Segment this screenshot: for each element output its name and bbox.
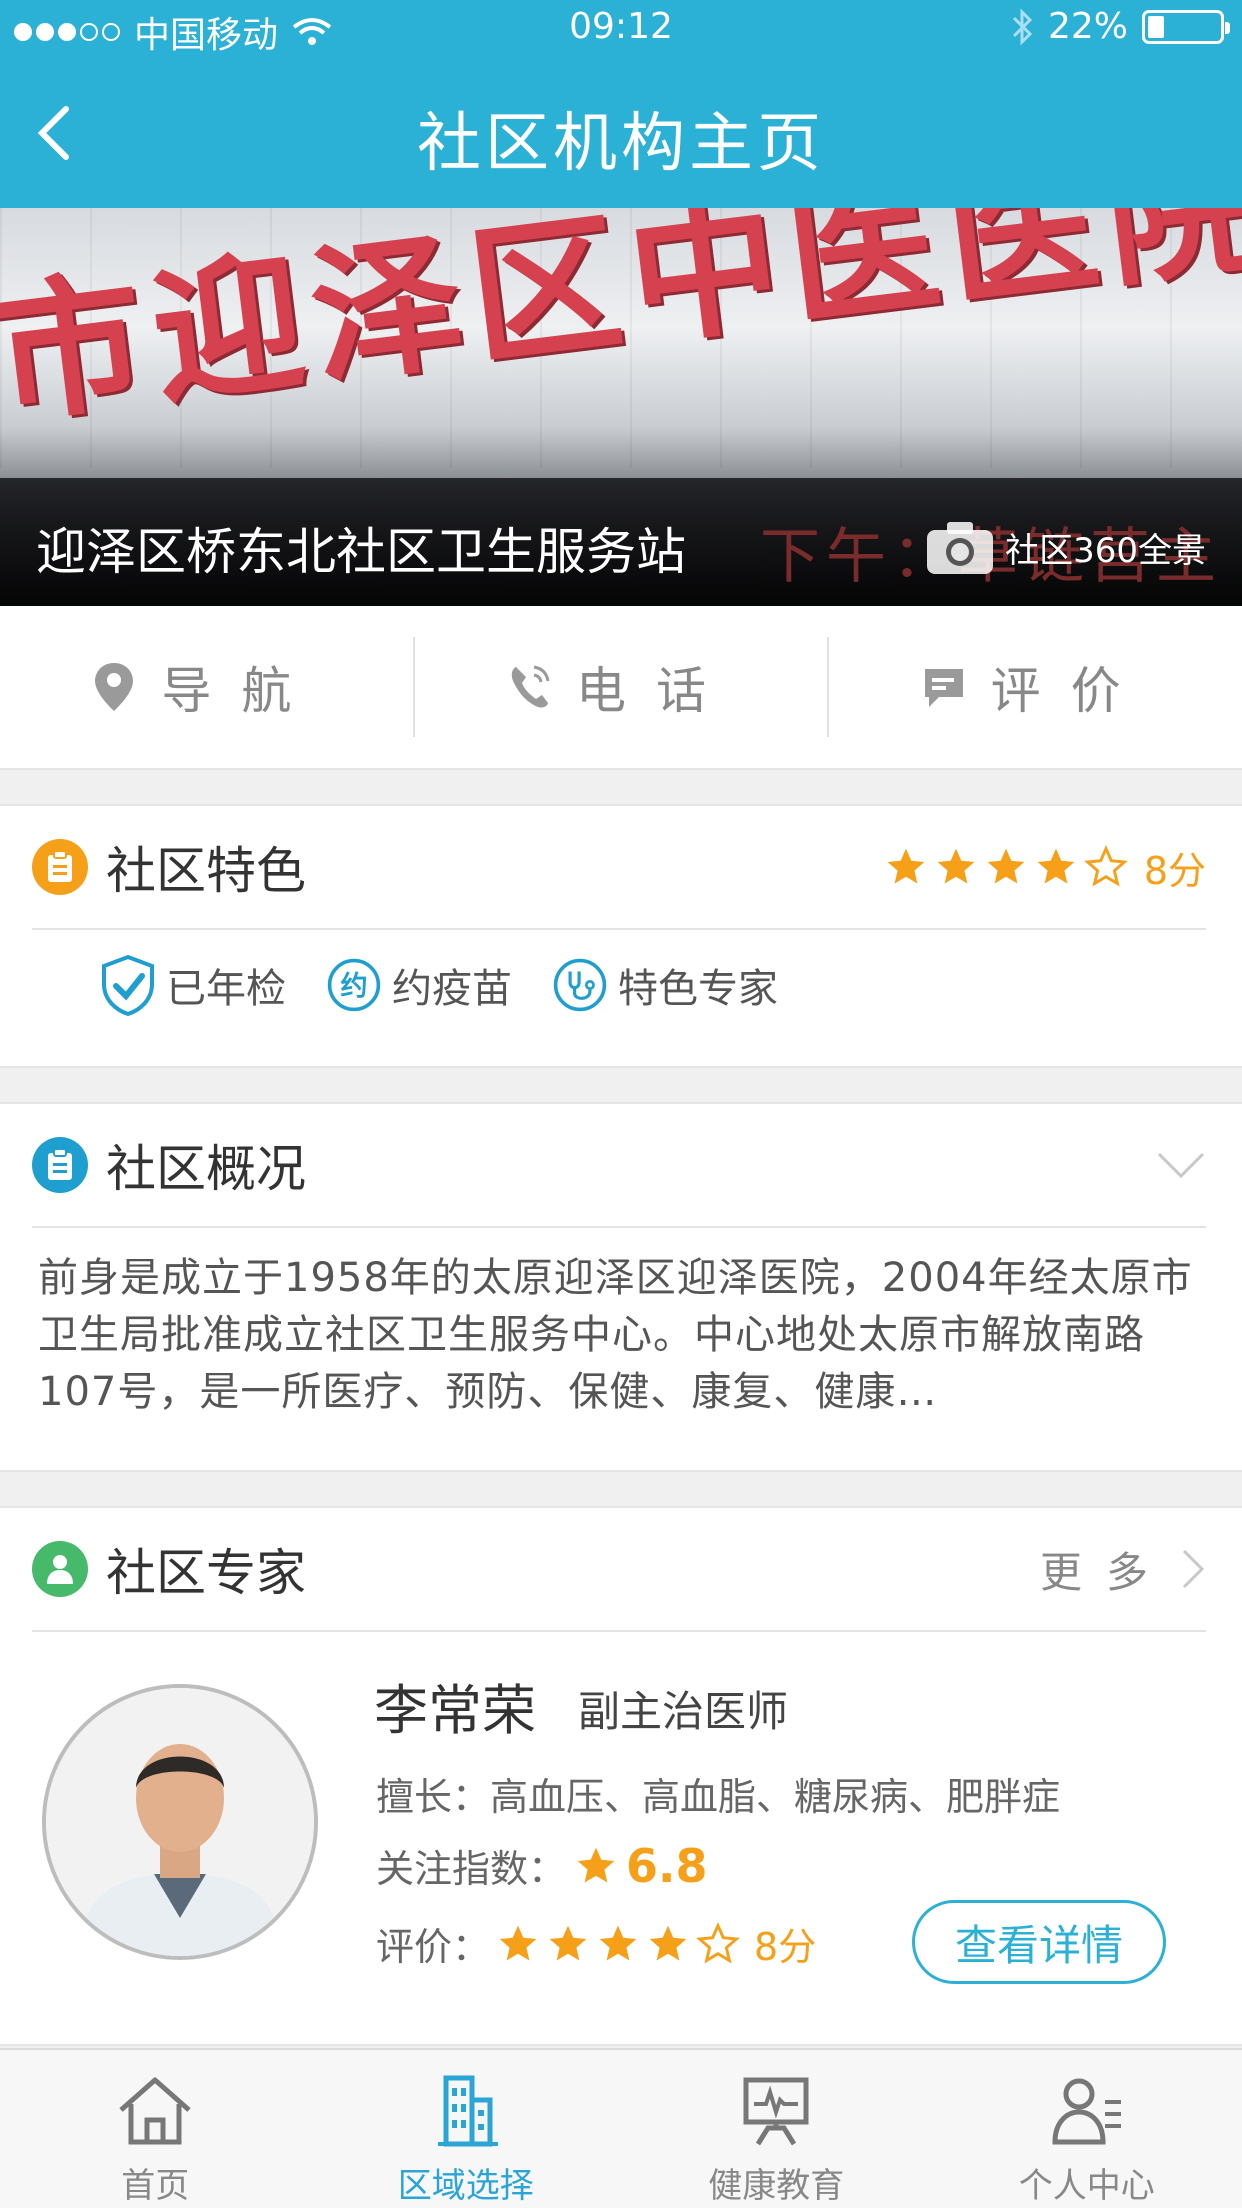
star-filled-icon bbox=[987, 848, 1025, 884]
rating-stars bbox=[496, 1921, 740, 1966]
chevron-right-icon bbox=[1182, 1549, 1205, 1589]
star-filled-icon bbox=[1037, 848, 1075, 884]
panorama-label: 社区360全景 bbox=[1005, 530, 1206, 571]
nav-bar: 社区机构主页 bbox=[0, 60, 1242, 208]
status-bar: 中国移动 09:12 22% bbox=[0, 0, 1242, 58]
experts-title: 社区专家 bbox=[106, 1544, 306, 1602]
feature-expert-label: 特色专家 bbox=[618, 966, 778, 1012]
home-icon bbox=[119, 2077, 191, 2145]
shield-check-icon bbox=[102, 954, 154, 1016]
health-board-icon bbox=[743, 2077, 809, 2146]
overview-header: 社区概况 bbox=[32, 1104, 1206, 1228]
phone-icon bbox=[511, 665, 550, 708]
location-pin-icon bbox=[95, 663, 134, 711]
star-empty-icon bbox=[696, 1921, 740, 1964]
overview-card[interactable]: 社区概况 前身是成立于1958年的太原迎泽区迎泽医院，2004年经太原市卫生局批… bbox=[0, 1102, 1242, 1472]
doctor-photo bbox=[46, 1688, 314, 1956]
follow-label: 关注指数： bbox=[376, 1847, 567, 1891]
star-filled-icon bbox=[599, 1925, 637, 1960]
star-filled-icon bbox=[499, 1925, 537, 1960]
features-header: 社区特色 8分 bbox=[32, 806, 1206, 930]
features-card: 社区特色 8分 已年检 约 约疫苗 特色专家 bbox=[0, 804, 1242, 1068]
view-details-button[interactable]: 查看详情 bbox=[912, 1900, 1166, 1984]
rating-stars bbox=[884, 845, 1128, 889]
comment-icon bbox=[924, 669, 963, 707]
chevron-down-icon[interactable] bbox=[1156, 1150, 1206, 1180]
feature-vaccine: 约 约疫苗 bbox=[326, 954, 512, 1016]
star-filled-icon bbox=[937, 848, 975, 884]
tab-profile[interactable]: 个人中心 bbox=[932, 2050, 1242, 2208]
star-filled-icon bbox=[887, 848, 925, 884]
feature-annual-check-label: 已年检 bbox=[166, 966, 286, 1012]
profile-icon bbox=[1052, 2078, 1121, 2145]
camera-icon bbox=[927, 522, 994, 574]
experts-card: 社区专家 更多 李常荣 副主治医师 擅长：高血压、高血脂、糖尿病、肥胖症 关注指… bbox=[0, 1506, 1242, 2046]
star-filled-icon bbox=[649, 1925, 687, 1960]
more-link[interactable]: 更多 bbox=[1040, 1539, 1206, 1600]
tab-profile-label: 个人中心 bbox=[1018, 2166, 1155, 2206]
tab-home[interactable]: 首页 bbox=[0, 2050, 311, 2208]
navigate-button[interactable]: 导航 bbox=[0, 637, 413, 737]
feature-expert: 特色专家 bbox=[552, 954, 778, 1016]
bluetooth-icon bbox=[1012, 7, 1033, 46]
phone-button[interactable]: 电话 bbox=[412, 637, 828, 737]
doctor-rating: 评价： 8分 bbox=[376, 1916, 816, 1971]
tab-health-education[interactable]: 健康教育 bbox=[621, 2050, 932, 2208]
overview-text: 前身是成立于1958年的太原迎泽区迎泽医院，2004年经太原市卫生局批准成立社区… bbox=[38, 1255, 1193, 1415]
battery-percent: 22% bbox=[1047, 6, 1128, 47]
doctor-name: 李常荣 bbox=[374, 1679, 536, 1742]
phone-label: 电话 bbox=[576, 662, 736, 720]
specialty-value: 高血压、高血脂、糖尿病、肥胖症 bbox=[490, 1775, 1061, 1819]
feature-vaccine-label: 约疫苗 bbox=[392, 966, 512, 1012]
specialty-label: 擅长： bbox=[376, 1775, 491, 1819]
clipboard-icon bbox=[32, 1137, 88, 1193]
doctor-title: 副主治医师 bbox=[578, 1687, 789, 1736]
tab-region[interactable]: 区域选择 bbox=[311, 2050, 622, 2208]
doctor-specialty: 擅长：高血压、高血脂、糖尿病、肥胖症 bbox=[376, 1766, 1060, 1821]
battery-icon bbox=[1142, 9, 1230, 44]
appointment-icon: 约 bbox=[327, 958, 381, 1012]
features-score: 8分 bbox=[1143, 848, 1206, 893]
institution-banner[interactable]: 市迎泽区中医医院 下午：草链莒主 迎泽区桥东北社区卫生服务站 社区360全景 bbox=[0, 208, 1242, 606]
stethoscope-icon bbox=[553, 958, 607, 1012]
action-row: 导航 电话 评价 bbox=[0, 606, 1242, 770]
doctor-follow-index: 关注指数： 6.8 bbox=[376, 1838, 708, 1893]
navigate-label: 导航 bbox=[161, 662, 322, 720]
feature-annual-check: 已年检 bbox=[100, 954, 286, 1016]
review-label: 评价 bbox=[990, 662, 1151, 720]
experts-header: 社区专家 更多 bbox=[32, 1508, 1206, 1632]
star-icon bbox=[577, 1847, 615, 1882]
institution-name: 迎泽区桥东北社区卫生服务站 bbox=[36, 523, 686, 581]
page-title: 社区机构主页 bbox=[417, 107, 825, 181]
svg-text:约: 约 bbox=[340, 971, 367, 1002]
overview-title: 社区概况 bbox=[106, 1140, 306, 1198]
doctor-score: 8分 bbox=[754, 1925, 817, 1969]
building-icon bbox=[437, 2075, 498, 2147]
more-label: 更多 bbox=[1039, 1547, 1172, 1597]
panorama-button[interactable]: 社区360全景 bbox=[925, 518, 1206, 576]
clipboard-icon bbox=[32, 839, 88, 895]
doctor-avatar[interactable] bbox=[42, 1684, 318, 1960]
rating-label: 评价： bbox=[376, 1925, 491, 1969]
feature-tags: 已年检 约 约疫苗 特色专家 bbox=[100, 954, 778, 1016]
follow-value: 6.8 bbox=[626, 1838, 708, 1893]
star-empty-icon bbox=[1083, 845, 1128, 887]
app-header: 中国移动 09:12 22% 社区机构主页 bbox=[0, 0, 1242, 208]
tab-home-label: 首页 bbox=[121, 2166, 190, 2206]
tab-region-label: 区域选择 bbox=[397, 2166, 534, 2206]
features-title: 社区特色 bbox=[106, 842, 306, 900]
tab-health-education-label: 健康教育 bbox=[708, 2166, 845, 2206]
review-button[interactable]: 评价 bbox=[827, 637, 1242, 737]
person-icon bbox=[32, 1541, 88, 1597]
bottom-tab-bar: 首页 区域选择 健康教育 个人中心 bbox=[0, 2048, 1242, 2208]
star-filled-icon bbox=[549, 1925, 587, 1960]
